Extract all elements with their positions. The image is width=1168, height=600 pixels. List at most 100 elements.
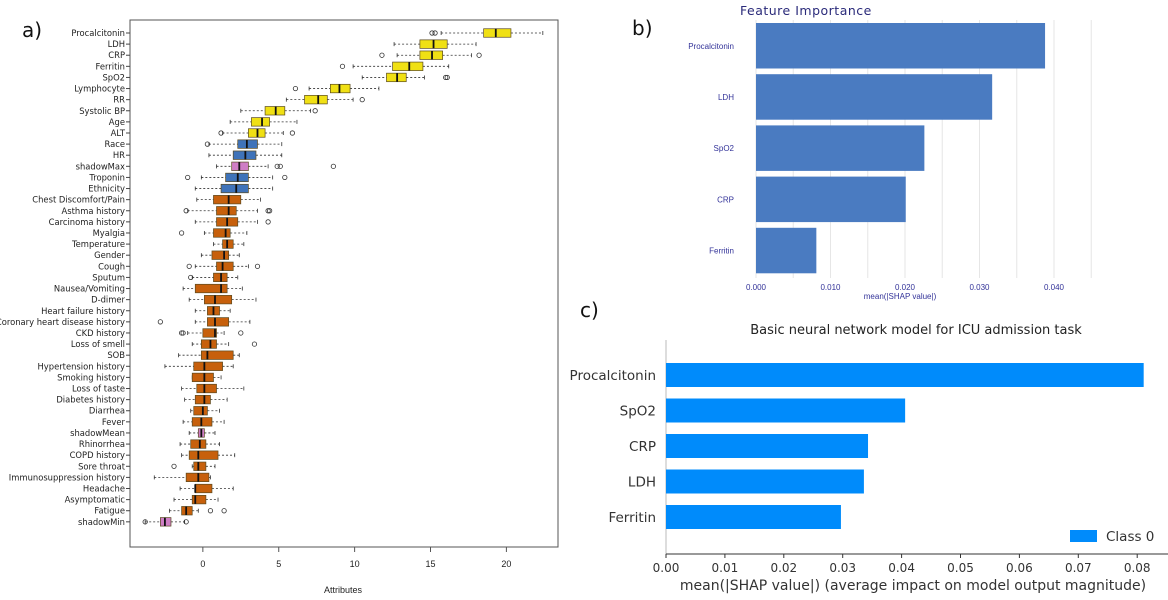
y-tick-label-carcinoma-history: Carcinoma history [49,217,125,227]
box-temperature [213,239,245,249]
y-tick-label-hr: HR [113,150,125,160]
y-tick-label-d-dimer: D-dimer [91,295,125,305]
y-tick-label-sob: SOB [107,350,125,360]
y-tick-label-alt: ALT [111,128,126,138]
y-tick-label-hypertension-history: Hypertension history [38,361,126,371]
box-carcinoma-history [194,217,271,227]
panel-c-y-labels: Procalcitonin SpO2 CRP LDH Ferritin [570,368,656,526]
y-tick-label-procalcitonin: Procalcitonin [570,368,656,384]
x-tick-label: 0.03 [829,561,856,575]
box-iqr [204,295,233,305]
outlier-point [339,63,346,69]
box-loss-of-smell [191,339,258,349]
legend-label-class-0: Class 0 [1106,529,1154,545]
box-sputum [188,272,239,283]
outlier-point [157,319,163,325]
box-shadowmax [216,161,336,171]
y-tick-label-immunosuppression-history: Immunosuppression history [9,472,125,482]
box-sore-throat [171,461,216,471]
box-fever [182,417,225,427]
y-tick-label-diarrhea: Diarrhea [89,406,125,416]
y-tick-label-ldh: LDH [628,475,656,491]
x-tick-label: 0.000 [746,283,767,292]
box-chest-discomfort-pain [196,195,261,205]
outlier-point [432,30,438,36]
panel-a-boxplot: ProcalcitoninLDHCRPFerritinSpO2 Lymphocyt… [0,19,559,595]
y-tick-label-heart-failure-history: Heart failure history [41,306,125,316]
outlier-point [476,52,482,58]
box-ckd-history [179,328,244,338]
x-tick-label: 0.02 [770,561,797,575]
y-tick-label-fever: Fever [102,417,126,427]
bar-procalcitonin [666,363,1144,387]
y-tick-label-ferritin: Ferritin [709,247,734,256]
bar-spo2 [756,125,925,171]
box-iqr [193,461,207,471]
box-iqr [194,483,213,494]
y-tick-label-shadowmin: shadowMin [78,517,125,527]
box-iqr [190,439,207,449]
box-iqr [251,117,270,127]
panel-b-xlabel: mean(|SHAP value|) [864,292,937,301]
box-iqr [392,61,424,71]
bar-ferritin [666,505,841,529]
box-iqr [207,317,230,327]
outlier-point [359,97,365,103]
y-tick-label-race: Race [104,139,125,149]
panel-b-barchart: Feature Importance Procalcitonin LDH SpO2 C… [688,3,1092,301]
bar-spo2 [666,398,906,423]
y-tick-label-crp: CRP [108,50,125,60]
y-tick-label-headache: Headache [83,484,125,494]
x-tick-label: 0.05 [947,561,974,575]
box-age [229,117,298,127]
box-iqr [200,339,217,349]
x-tick-label: 15 [426,559,436,569]
y-tick-label-gender: Gender [94,250,125,260]
box-iqr [211,250,230,260]
box-gender [200,250,240,260]
box-troponin [185,172,288,183]
box-procalcitonin [429,28,544,38]
box-iqr [304,95,328,105]
box-iqr [191,372,214,383]
box-d-dimer [188,295,257,305]
x-tick-label: 0.04 [888,561,915,575]
box-fatigue [169,506,227,516]
x-tick-label: 0.00 [653,561,680,575]
panel-a-boxes [142,28,544,527]
y-tick-label-ferritin: Ferritin [608,510,656,526]
panel-b-x-axis: 0.000 0.010 0.020 0.030 0.040 [746,283,1065,292]
bar-crp [666,434,869,458]
x-tick-label: 0.010 [820,283,841,292]
box-iqr [220,183,249,194]
box-iqr [191,495,207,505]
y-tick-label-shadowmean: shadowMean [70,428,125,438]
box-diabetes-history [184,395,228,405]
box-iqr [216,206,237,216]
y-tick-label-rr: RR [113,95,125,105]
y-tick-label-spo2: SpO2 [102,72,125,82]
box-rr [285,95,365,105]
panel-b-y-labels: Procalcitonin LDH SpO2 CRP Ferritin [688,42,734,256]
box-sob [178,350,240,360]
outlier-point [171,463,177,469]
box-iqr [196,383,217,394]
box-hypertension-history [164,361,234,371]
y-tick-label-sputum: Sputum [92,272,125,282]
outlier-point [289,130,295,136]
box-lymphocyte [292,83,380,94]
box-copd-history [181,450,236,460]
panel-c-barchart: Basic neural network model for ICU admis… [570,323,1168,594]
box-iqr [200,350,234,360]
x-tick-label: 5 [276,559,281,569]
y-tick-label-chest-discomfort-pain: Chest Discomfort/Pain [32,195,125,205]
box-asthma-history [183,206,273,216]
box-shadowmean [188,428,216,438]
y-tick-label-asymptomatic: Asymptomatic [65,495,126,505]
box-ferritin [339,61,450,71]
box-nausea-vomiting [182,283,243,294]
bar-ldh [666,469,864,494]
x-tick-label: 0.030 [969,283,990,292]
box-loss-of-taste [181,383,245,394]
y-tick-label-spo2: SpO2 [714,144,735,153]
